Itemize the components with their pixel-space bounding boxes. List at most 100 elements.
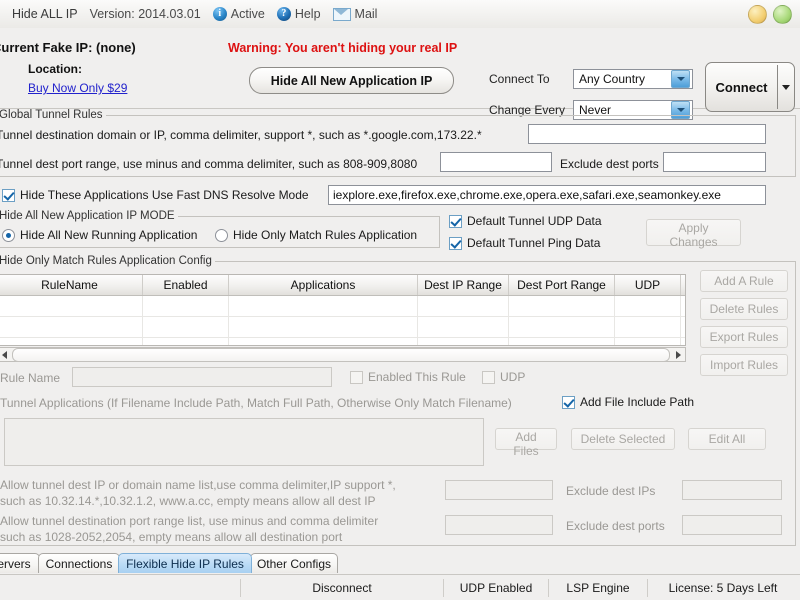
tunnel-dest-port-input[interactable]: [440, 152, 552, 172]
active-label: Active: [230, 7, 265, 21]
version-label: Version: 2014.03.01: [89, 7, 201, 21]
tab-other-configs-label: Other Configs: [256, 556, 332, 571]
column-header-rulename[interactable]: RuleName: [0, 275, 143, 295]
checkbox-icon: [482, 370, 495, 384]
export-rules-button[interactable]: Export Rules: [700, 326, 788, 348]
connect-to-value: Any Country: [579, 72, 646, 86]
allow-dest-port-input[interactable]: [445, 515, 553, 535]
rule-exclude-dest-ports-input[interactable]: [682, 515, 782, 535]
window-controls: [748, 5, 792, 24]
tab-connections[interactable]: Connections: [38, 553, 120, 573]
connect-to-select[interactable]: Any Country: [573, 69, 693, 89]
checkbox-icon: [2, 188, 15, 202]
rule-name-label: Rule Name: [0, 371, 61, 385]
status-udp: UDP Enabled: [459, 581, 533, 595]
tab-strip: Servers Connections Flexible Hide IP Rul…: [0, 552, 800, 574]
tab-servers[interactable]: Servers: [0, 553, 40, 573]
status-bar: Disconnect UDP Enabled LSP Engine Licens…: [0, 574, 800, 600]
tab-connections-label: Connections: [45, 556, 113, 571]
table-row[interactable]: [0, 338, 685, 345]
allow-dest-port-label-line1: Allow tunnel destination port range list…: [0, 514, 379, 528]
rule-exclude-dest-ports-label: Exclude dest ports: [566, 519, 665, 533]
exclude-dest-ports-label: Exclude dest ports: [560, 157, 659, 171]
column-header-dest-ip-range[interactable]: Dest IP Range: [418, 275, 509, 295]
chevron-down-icon: [671, 70, 690, 88]
title-bar: Hide ALL IP Version: 2014.03.01 i Active…: [0, 0, 800, 29]
column-header-udp[interactable]: UDP: [615, 275, 681, 295]
top-panel: Current Fake IP: (none) Location: Buy No…: [0, 28, 800, 120]
fast-dns-resolve-checkbox[interactable]: Hide These Applications Use Fast DNS Res…: [2, 188, 309, 202]
status-engine: LSP Engine: [566, 581, 630, 595]
enabled-this-rule-checkbox[interactable]: Enabled This Rule: [350, 370, 466, 384]
fast-dns-apps-input[interactable]: [328, 185, 766, 205]
chevron-down-icon[interactable]: [778, 85, 794, 90]
scroll-left-icon[interactable]: [0, 348, 11, 361]
column-header-enabled[interactable]: Enabled: [143, 275, 229, 295]
buy-now-link[interactable]: Buy Now Only $29: [28, 81, 127, 95]
add-a-rule-button[interactable]: Add A Rule: [700, 270, 788, 292]
warning-text: Warning: You aren't hiding your real IP: [228, 41, 458, 55]
help-label: Help: [294, 7, 321, 21]
apply-changes-button[interactable]: Apply Changes: [646, 219, 741, 249]
table-row[interactable]: [0, 296, 685, 317]
version-label-wrap: Version: 2014.03.01: [90, 7, 201, 21]
ip-mode-title: Hide All New Application IP MODE: [0, 210, 178, 222]
radio-hide-all-running[interactable]: Hide All New Running Application: [2, 228, 197, 242]
info-icon: i: [212, 7, 227, 21]
status-empty-segment: [0, 575, 240, 600]
add-file-include-path-checkbox[interactable]: Add File Include Path: [562, 395, 694, 409]
tab-other-configs[interactable]: Other Configs: [250, 553, 338, 573]
radio-hide-only-match-rules-label: Hide Only Match Rules Application: [233, 228, 418, 242]
global-tunnel-rules-title: Global Tunnel Rules: [0, 109, 106, 121]
import-rules-button[interactable]: Import Rules: [700, 354, 788, 376]
close-button[interactable]: [773, 5, 792, 24]
enabled-this-rule-label: Enabled This Rule: [368, 370, 466, 384]
help-icon: ?: [276, 7, 291, 21]
scrollbar-thumb[interactable]: [12, 347, 670, 362]
fast-dns-resolve-label: Hide These Applications Use Fast DNS Res…: [20, 188, 309, 202]
mail-menu[interactable]: Mail: [332, 7, 378, 21]
default-tunnel-udp-checkbox[interactable]: Default Tunnel UDP Data: [449, 214, 602, 228]
column-header-applications[interactable]: Applications: [229, 275, 418, 295]
tab-flexible-hide-ip-rules-label: Flexible Hide IP Rules: [126, 556, 244, 571]
tunnel-dest-domain-input[interactable]: [528, 124, 766, 144]
active-status[interactable]: i Active: [212, 7, 265, 21]
mail-label: Mail: [354, 7, 378, 21]
add-files-button[interactable]: Add Files: [495, 428, 557, 458]
help-menu[interactable]: ? Help: [276, 7, 321, 21]
mail-icon: [332, 7, 351, 21]
exclude-dest-ips-label: Exclude dest IPs: [566, 484, 656, 498]
tunnel-applications-listbox[interactable]: [4, 418, 484, 466]
rules-config-title: Hide Only Match Rules Application Config: [0, 255, 215, 267]
edit-all-button[interactable]: Edit All: [688, 428, 766, 450]
minimize-button[interactable]: [748, 5, 767, 24]
tunnel-dest-domain-label: Tunnel destination domain or IP, comma d…: [0, 128, 482, 142]
current-fake-ip-label: Current Fake IP: (none): [0, 40, 136, 55]
exclude-dest-ips-input[interactable]: [682, 480, 782, 500]
scroll-right-icon[interactable]: [671, 348, 685, 361]
rules-table[interactable]: RuleName Enabled Applications Dest IP Ra…: [0, 274, 686, 346]
table-horizontal-scrollbar[interactable]: [0, 347, 686, 362]
hide-all-new-application-ip-button[interactable]: Hide All New Application IP: [249, 67, 454, 94]
column-header-dest-port-range[interactable]: Dest Port Range: [509, 275, 615, 295]
application-window: Hide ALL IP Version: 2014.03.01 i Active…: [0, 0, 800, 600]
global-exclude-dest-ports-input[interactable]: [663, 152, 766, 172]
table-header-row: RuleName Enabled Applications Dest IP Ra…: [0, 275, 685, 296]
delete-selected-button[interactable]: Delete Selected: [571, 428, 675, 450]
rule-udp-checkbox[interactable]: UDP: [482, 370, 525, 384]
radio-icon: [2, 228, 15, 242]
checkbox-icon: [562, 395, 575, 409]
checkbox-icon: [449, 236, 462, 250]
tab-flexible-hide-ip-rules[interactable]: Flexible Hide IP Rules: [118, 553, 252, 573]
default-tunnel-ping-checkbox[interactable]: Default Tunnel Ping Data: [449, 236, 600, 250]
allow-dest-ip-input[interactable]: [445, 480, 553, 500]
connect-to-label: Connect To: [489, 72, 550, 86]
delete-rules-button[interactable]: Delete Rules: [700, 298, 788, 320]
app-title: Hide ALL IP: [12, 7, 78, 21]
connect-button[interactable]: Connect: [705, 62, 795, 112]
rule-name-input[interactable]: [72, 367, 332, 387]
checkbox-icon: [350, 370, 363, 384]
checkbox-icon: [449, 214, 462, 228]
table-row[interactable]: [0, 317, 685, 338]
radio-hide-only-match-rules[interactable]: Hide Only Match Rules Application: [215, 228, 417, 242]
